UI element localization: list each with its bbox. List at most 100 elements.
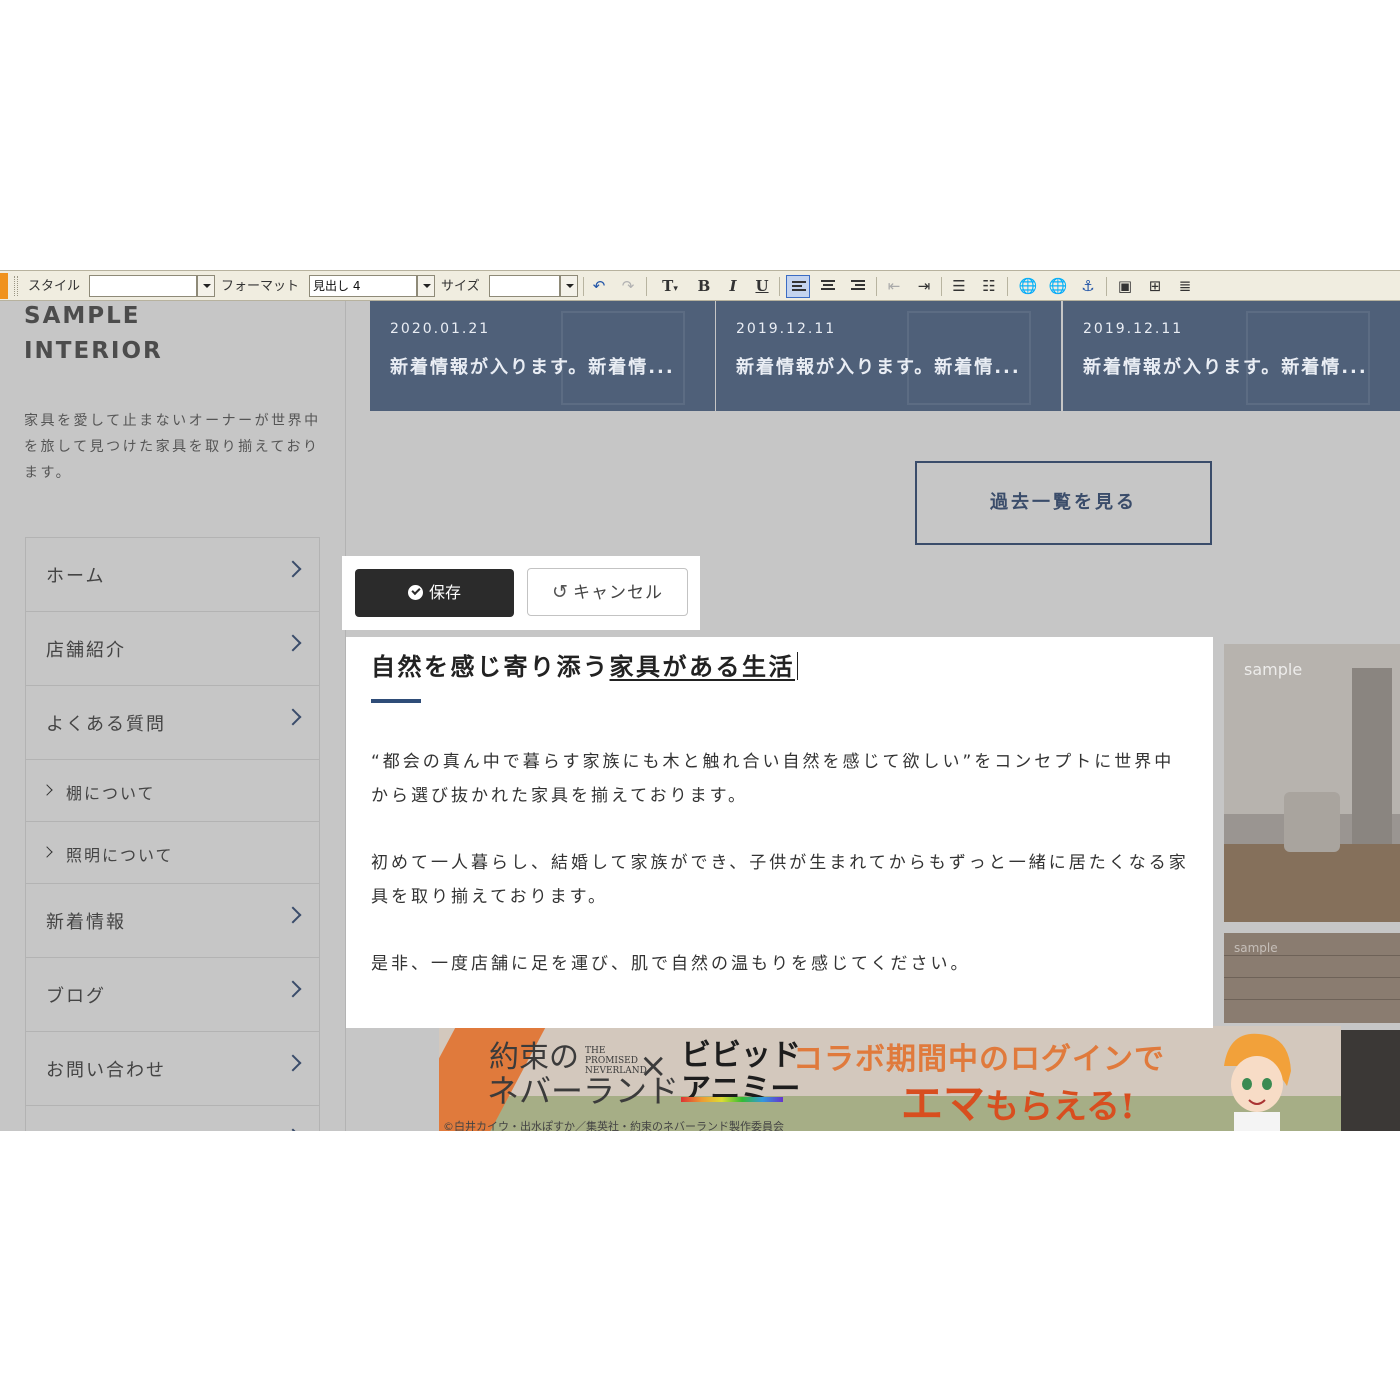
banner-get-text: エマもらえる! bbox=[901, 1070, 1135, 1131]
text-caret bbox=[797, 652, 798, 680]
section-heading[interactable]: 自然を感じ寄り添う家具がある生活 bbox=[371, 647, 798, 682]
news-title: 新着情報が入ります。新着情... bbox=[390, 357, 675, 378]
nav-item-home[interactable]: ホーム bbox=[26, 538, 319, 612]
nav-label: ホーム bbox=[46, 566, 106, 587]
toolbar-separator bbox=[583, 277, 584, 296]
news-card[interactable]: 2020.01.21 新着情報が入ります。新着情... bbox=[370, 301, 715, 411]
photo-plank bbox=[1224, 955, 1400, 956]
underline-icon[interactable]: U bbox=[750, 275, 774, 298]
nav-item-faq[interactable]: よくある質問 bbox=[26, 686, 319, 760]
screen: SAMPLE INTERIOR 家具を愛して止まないオーナーが世界中を旅して見つ… bbox=[0, 270, 1400, 1131]
news-title: 新着情報が入ります。新着情... bbox=[1083, 357, 1368, 378]
chevron-right-icon bbox=[284, 1128, 302, 1131]
neverland-logo-en: THE PROMISED NEVERLAND bbox=[585, 1046, 647, 1076]
insert-link-icon[interactable]: 🌐 bbox=[1016, 275, 1040, 298]
chevron-right-icon bbox=[41, 784, 53, 796]
news-card[interactable]: 2019.12.11 新着情報が入ります。新着情... bbox=[716, 301, 1061, 411]
collab-banner[interactable]: 約束の ネバーランド THE PROMISED NEVERLAND × ビビッド… bbox=[439, 1026, 1341, 1131]
chevron-right-icon bbox=[284, 634, 302, 652]
toolbar-separator bbox=[876, 277, 877, 296]
photo-plank bbox=[1224, 999, 1400, 1000]
save-button[interactable]: 保存 bbox=[355, 569, 514, 617]
size-label: サイズ bbox=[441, 279, 480, 294]
news-card[interactable]: 2019.12.11 新着情報が入ります。新着情... bbox=[1063, 301, 1400, 411]
news-date: 2020.01.21 bbox=[390, 321, 491, 337]
chevron-right-icon bbox=[284, 560, 302, 578]
italic-icon[interactable]: I bbox=[721, 275, 745, 298]
nav-item-blog[interactable]: ブログ bbox=[26, 958, 319, 1032]
undo-icon[interactable]: ↶ bbox=[587, 275, 611, 298]
indent-icon[interactable]: ⇥ bbox=[912, 275, 936, 298]
logo-line-1: SAMPLE bbox=[24, 303, 141, 329]
nav-item-shop[interactable]: 店舗紹介 bbox=[26, 612, 319, 686]
collab-cross: × bbox=[639, 1046, 668, 1086]
view-past-list-button[interactable]: 過去一覧を見る bbox=[915, 461, 1212, 545]
nav-subitem-lighting[interactable]: 照明について bbox=[26, 822, 319, 884]
chevron-right-icon bbox=[284, 708, 302, 726]
bold-icon[interactable]: B bbox=[692, 275, 716, 298]
align-right-icon[interactable] bbox=[846, 275, 870, 298]
logo-line-2: INTERIOR bbox=[24, 338, 163, 364]
anchor-icon[interactable]: ⚓ bbox=[1076, 275, 1100, 298]
bullet-list-icon[interactable]: ☷ bbox=[977, 275, 1001, 298]
numbered-list-icon[interactable]: ☰ bbox=[947, 275, 971, 298]
editor-action-bar: 保存 ↺ キャンセル bbox=[342, 556, 700, 630]
news-date: 2019.12.11 bbox=[736, 321, 837, 337]
format-dropdown-arrow-icon[interactable] bbox=[417, 275, 435, 297]
nav-label: ブログ bbox=[46, 986, 106, 1007]
body-paragraph[interactable]: “都会の真ん中で暮らす家族にも木と触れ合い自然を感じて欲しい”をコンセプトに世界… bbox=[371, 745, 1191, 813]
banner-get-big: エマ bbox=[901, 1079, 986, 1128]
interior-photo bbox=[1340, 1030, 1400, 1131]
outdent-icon[interactable]: ⇤ bbox=[882, 275, 906, 298]
cancel-button[interactable]: ↺ キャンセル bbox=[527, 568, 688, 616]
nav-label: 棚について bbox=[66, 784, 156, 803]
site-tagline: 家具を愛して止まないオーナーが世界中を旅して見つけた家具を取り揃えております。 bbox=[24, 413, 321, 481]
size-select[interactable] bbox=[489, 275, 560, 297]
insert-image-icon[interactable]: ▣ bbox=[1113, 275, 1137, 298]
content-editor[interactable]: 自然を感じ寄り添う家具がある生活 “都会の真ん中で暮らす家族にも木と触れ合い自然… bbox=[346, 637, 1213, 1028]
news-date: 2019.12.11 bbox=[1083, 321, 1184, 337]
size-dropdown-arrow-icon[interactable] bbox=[560, 275, 578, 297]
banner-get-small: もらえる! bbox=[985, 1087, 1135, 1127]
format-select[interactable]: 見出し 4 bbox=[309, 275, 417, 297]
banner-copyright: ©白井カイウ・出水ぽすか／集英社・約束のネバーランド製作委員会 bbox=[443, 1120, 784, 1131]
heading-text: 自然を感じ寄り添う bbox=[371, 653, 610, 681]
photo-floor bbox=[1224, 844, 1400, 922]
remove-link-icon[interactable]: 🌐 bbox=[1046, 275, 1070, 298]
toolbar-separator bbox=[1007, 277, 1008, 296]
style-dropdown-arrow-icon[interactable] bbox=[197, 275, 215, 297]
nav-label: 照明について bbox=[66, 846, 174, 865]
nav-item-news[interactable]: 新着情報 bbox=[26, 884, 319, 958]
site-logo[interactable]: SAMPLE INTERIOR bbox=[24, 299, 163, 369]
chevron-right-icon bbox=[284, 906, 302, 924]
nav-label: 店舗紹介 bbox=[46, 640, 126, 661]
chevron-right-icon bbox=[284, 1054, 302, 1072]
format-label: フォーマット bbox=[221, 279, 300, 294]
body-paragraph[interactable]: 初めて一人暮らし、結婚して家族ができ、子供が生まれてからもずっと一緒に居たくなる… bbox=[371, 846, 1191, 914]
align-left-icon[interactable] bbox=[786, 275, 810, 298]
interior-photo: sample bbox=[1224, 933, 1400, 1023]
text-color-icon[interactable]: T▾ bbox=[653, 275, 687, 298]
insert-table-icon[interactable]: ⊞ bbox=[1143, 275, 1167, 298]
toolbar-grip[interactable] bbox=[14, 276, 18, 296]
redo-icon[interactable]: ↷ bbox=[616, 275, 640, 298]
style-select[interactable] bbox=[89, 275, 197, 297]
nav-label: よくある質問 bbox=[46, 714, 166, 735]
align-center-icon[interactable] bbox=[816, 275, 840, 298]
toolbar-collapse-handle[interactable] bbox=[0, 273, 8, 299]
news-title: 新着情報が入ります。新着情... bbox=[736, 357, 1021, 378]
photo-door bbox=[1352, 668, 1392, 858]
horizontal-rule-icon[interactable]: ≣ bbox=[1173, 275, 1197, 298]
nav-item-more[interactable] bbox=[26, 1106, 319, 1131]
toolbar-separator bbox=[779, 277, 780, 296]
sidebar: SAMPLE INTERIOR 家具を愛して止まないオーナーが世界中を旅して見つ… bbox=[0, 301, 346, 1131]
rich-text-toolbar: スタイル フォーマット 見出し 4 サイズ ↶ ↷ T▾ B I U ⇤ ⇥ ☰… bbox=[0, 270, 1400, 301]
nav-label: 新着情報 bbox=[46, 912, 126, 933]
nav-subitem-shelf[interactable]: 棚について bbox=[26, 760, 319, 822]
style-label: スタイル bbox=[28, 279, 81, 294]
nav-item-contact[interactable]: お問い合わせ bbox=[26, 1032, 319, 1106]
character-illustration bbox=[1224, 1033, 1291, 1131]
check-circle-icon bbox=[407, 585, 423, 600]
body-paragraph[interactable]: 是非、一度店舗に足を運び、肌で自然の温もりを感じてください。 bbox=[371, 947, 1191, 981]
toolbar-separator bbox=[941, 277, 942, 296]
